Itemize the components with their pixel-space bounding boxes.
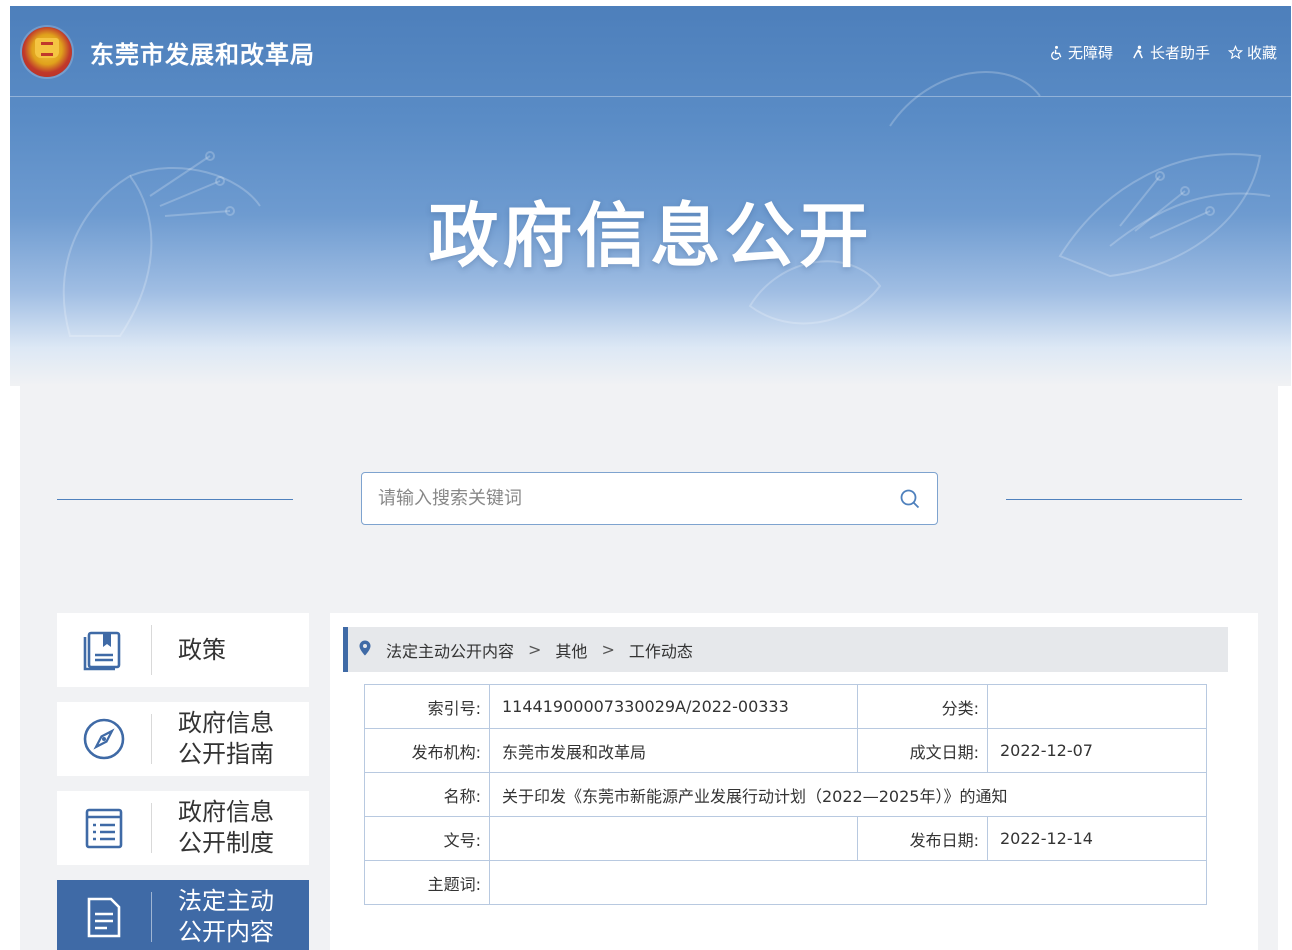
accessibility-label: 无障碍 bbox=[1067, 44, 1113, 62]
header-banner: 东莞市发展和改革局 无障碍 长者助手 收藏 政府信息公开 bbox=[10, 6, 1291, 386]
index-no-value: 11441900007330029A/2022-00333 bbox=[489, 684, 858, 729]
location-pin-icon bbox=[359, 640, 371, 655]
menu-item-policy[interactable]: 政策 bbox=[57, 613, 309, 687]
name-label: 名称: bbox=[364, 772, 490, 817]
site-title: 东莞市发展和改革局 bbox=[90, 40, 315, 69]
menu-item-system[interactable]: 政府信息 公开制度 bbox=[57, 791, 309, 865]
publish-date-label: 发布日期: bbox=[857, 816, 988, 861]
hero-title: 政府信息公开 bbox=[428, 195, 873, 277]
breadcrumb-item-statutory[interactable]: 法定主动公开内容 bbox=[386, 638, 514, 662]
menu-label-statutory-line1: 法定主动 bbox=[178, 887, 274, 915]
search-icon bbox=[900, 489, 920, 508]
document-icon bbox=[87, 897, 121, 938]
publisher-value: 东莞市发展和改革局 bbox=[489, 728, 858, 773]
keywords-value bbox=[489, 860, 1207, 905]
top-links: 无障碍 长者助手 收藏 bbox=[1049, 42, 1277, 63]
breadcrumb-item-work-news[interactable]: 工作动态 bbox=[629, 638, 693, 662]
favorite-label: 收藏 bbox=[1246, 44, 1277, 62]
category-label: 分类: bbox=[857, 684, 988, 729]
search-row bbox=[20, 472, 1278, 526]
name-value: 关于印发《东莞市新能源产业发展行动计划（2022—2025年）》的通知 bbox=[489, 772, 1207, 817]
national-emblem-icon bbox=[22, 27, 72, 77]
breadcrumb-separator: > bbox=[601, 640, 615, 659]
search-box bbox=[361, 472, 938, 525]
menu-label-statutory-line2: 公开内容 bbox=[178, 918, 274, 946]
star-icon bbox=[1227, 45, 1243, 60]
menu-label-policy: 政策 bbox=[178, 635, 226, 664]
menu-label-system-line1: 政府信息 bbox=[178, 798, 274, 826]
list-icon bbox=[85, 808, 123, 849]
doc-no-label: 文号: bbox=[364, 816, 490, 861]
menu-item-statutory[interactable]: 法定主动 公开内容 bbox=[57, 880, 309, 950]
publisher-label: 发布机构: bbox=[364, 728, 490, 773]
table-row: 名称: 关于印发《东莞市新能源产业发展行动计划（2022—2025年）》的通知 bbox=[364, 772, 1207, 817]
content-area: 政策 政府信息 公开指南 bbox=[20, 384, 1278, 950]
table-row: 主题词: bbox=[364, 860, 1207, 905]
compass-icon bbox=[83, 718, 125, 760]
document-info-table: 索引号: 11441900007330029A/2022-00333 分类: 发… bbox=[364, 684, 1207, 905]
menu-label-guide: 政府信息 公开指南 bbox=[152, 708, 302, 770]
search-button[interactable] bbox=[883, 473, 937, 524]
search-divider-left bbox=[57, 499, 293, 500]
side-menu: 政策 政府信息 公开指南 政府信息 公开制度 法定主动 公开内容 bbox=[57, 613, 309, 950]
keywords-label: 主题词: bbox=[364, 860, 490, 905]
menu-label-guide-line1: 政府信息 bbox=[178, 709, 274, 737]
book-icon bbox=[83, 631, 121, 671]
header-divider bbox=[10, 96, 1291, 97]
publish-date-value: 2022-12-14 bbox=[987, 816, 1207, 861]
search-divider-right bbox=[1006, 499, 1242, 500]
index-no-label: 索引号: bbox=[364, 684, 490, 729]
doc-date-value: 2022-12-07 bbox=[987, 728, 1207, 773]
search-input[interactable] bbox=[362, 473, 883, 524]
elder-helper-icon bbox=[1133, 45, 1143, 59]
favorite-link[interactable]: 收藏 bbox=[1227, 42, 1277, 63]
site-brand[interactable]: 东莞市发展和改革局 bbox=[22, 26, 315, 78]
breadcrumb-separator: > bbox=[528, 640, 542, 659]
menu-label-guide-line2: 公开指南 bbox=[178, 740, 274, 768]
breadcrumb: 法定主动公开内容 > 其他 > 工作动态 bbox=[343, 627, 1228, 672]
doc-no-value bbox=[489, 816, 858, 861]
detail-panel: 法定主动公开内容 > 其他 > 工作动态 索引号: 11441900007330… bbox=[330, 613, 1258, 950]
elder-helper-label: 长者助手 bbox=[1149, 44, 1210, 62]
table-row: 发布机构: 东莞市发展和改革局 成文日期: 2022-12-07 bbox=[364, 728, 1207, 773]
category-value bbox=[987, 684, 1207, 729]
breadcrumb-item-other[interactable]: 其他 bbox=[555, 638, 587, 662]
table-row: 文号: 发布日期: 2022-12-14 bbox=[364, 816, 1207, 861]
doc-date-label: 成文日期: bbox=[857, 728, 988, 773]
accessibility-icon bbox=[1051, 45, 1062, 60]
menu-label-statutory: 法定主动 公开内容 bbox=[152, 886, 302, 948]
table-row: 索引号: 11441900007330029A/2022-00333 分类: bbox=[364, 684, 1207, 729]
menu-label-system: 政府信息 公开制度 bbox=[152, 797, 302, 859]
elder-helper-link[interactable]: 长者助手 bbox=[1131, 42, 1210, 63]
menu-label-system-line2: 公开制度 bbox=[178, 829, 274, 857]
accessibility-link[interactable]: 无障碍 bbox=[1049, 42, 1113, 63]
menu-item-guide[interactable]: 政府信息 公开指南 bbox=[57, 702, 309, 776]
